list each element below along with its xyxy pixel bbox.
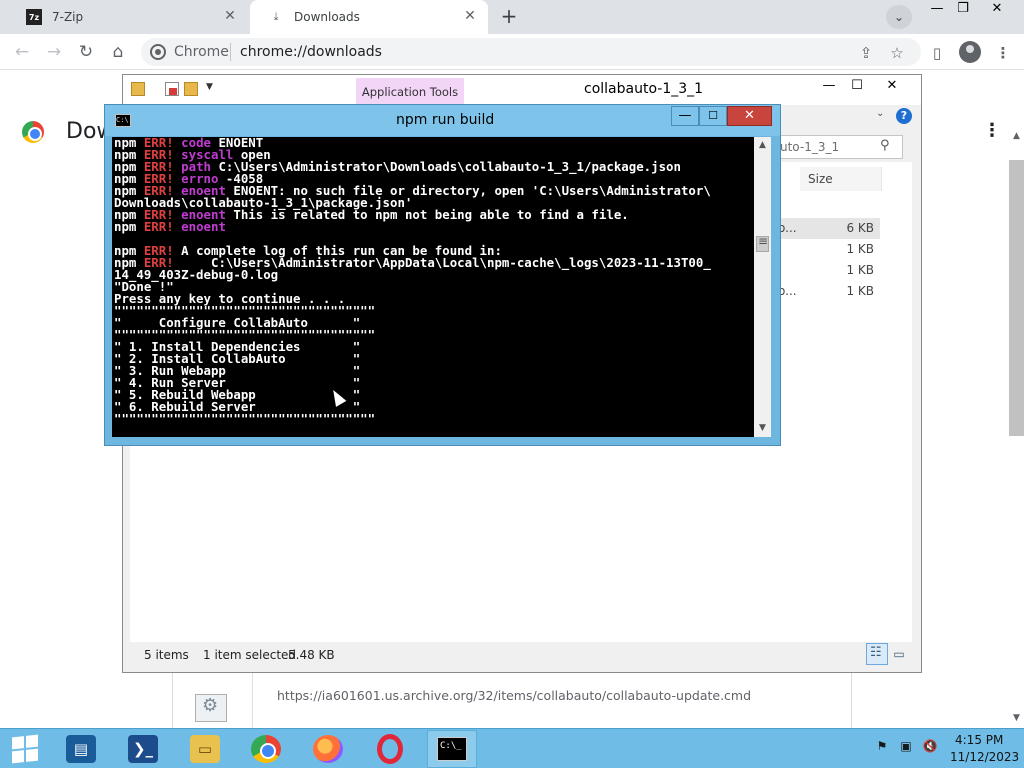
tab-label: Downloads (294, 10, 360, 24)
cmd-minimize-button[interactable]: — (671, 106, 699, 126)
taskbar-firefox[interactable] (303, 730, 353, 768)
chrome-menu-icon[interactable]: ⋮ (992, 42, 1014, 64)
ribbon-collapse-chevron-icon[interactable]: ⌄ (876, 108, 884, 119)
properties-icon[interactable] (165, 82, 179, 96)
site-label: Chrome (174, 44, 229, 60)
cmd-maximize-button[interactable]: ☐ (699, 106, 727, 126)
bookmark-star-icon[interactable]: ☆ (886, 42, 908, 64)
cmd-scrollbar-thumb[interactable] (756, 234, 769, 252)
back-button[interactable]: ← (10, 41, 34, 63)
explorer-title: collabauto-1_3_1 (584, 81, 704, 97)
status-selected-size: 5.48 KB (288, 648, 335, 662)
console-keyword: enoent (173, 219, 226, 234)
file-size: 1 KB (846, 242, 874, 256)
clock-date[interactable]: 11/12/2023 (950, 750, 1019, 764)
home-button[interactable]: ⌂ (106, 41, 130, 63)
scroll-down-arrow[interactable]: ▼ (1009, 708, 1024, 728)
scroll-up-arrow[interactable]: ▲ (754, 137, 771, 154)
flag-icon[interactable]: ⚑ (874, 738, 890, 754)
page-menu-icon[interactable]: ⋮ (983, 120, 1001, 142)
console-error-tag: ERR! (143, 219, 174, 234)
side-panel-icon[interactable]: ▯ (926, 42, 948, 64)
console-text: This is related to npm not being able to… (225, 207, 629, 222)
large-icons-view-icon[interactable]: ▭ (890, 645, 908, 663)
console-output[interactable]: npm ERR! code ENOENT npm ERR! syscall ope… (114, 137, 754, 437)
cmd-icon: C:\_ (437, 737, 467, 761)
chrome-logo-icon (22, 121, 44, 143)
status-item-count: 5 items (144, 648, 189, 662)
status-selection: 1 item selected (203, 648, 297, 662)
network-icon[interactable]: ▣ (898, 738, 914, 754)
page-scrollbar-thumb[interactable] (1009, 160, 1024, 436)
close-button[interactable]: ✕ (980, 0, 1014, 20)
powershell-icon: ❯_ (128, 735, 158, 763)
download-url[interactable]: https://ia601601.us.archive.org/32/items… (277, 688, 751, 703)
taskbar-server-manager[interactable]: ▤ (56, 730, 106, 768)
taskbar-opera[interactable] (365, 730, 415, 768)
new-folder-icon[interactable] (184, 82, 198, 96)
console-line: 14_49_403Z-debug-0.log (114, 268, 754, 281)
console-line: npm ERR! enoent (114, 219, 754, 234)
taskbar-chrome[interactable] (241, 730, 291, 768)
search-icon[interactable]: ⚲ (880, 138, 890, 153)
folder-icon[interactable] (131, 82, 145, 96)
forward-button[interactable]: → (42, 41, 66, 63)
search-text: uto-1_3_1 (780, 140, 840, 154)
clock-time[interactable]: 4:15 PM (955, 733, 1003, 747)
taskbar-file-explorer[interactable]: ▭ (180, 730, 230, 768)
tab-label: 7-Zip (52, 10, 84, 24)
volume-muted-icon[interactable]: 🔇 (922, 738, 938, 754)
explorer-maximize-button[interactable]: ☐ (842, 77, 872, 97)
reload-button[interactable]: ↻ (74, 41, 98, 63)
windows-logo-icon (12, 734, 38, 764)
console-text: """"""""""""""""""""""""""""""""""" (114, 411, 376, 426)
restore-button[interactable]: ❐ (946, 0, 980, 20)
explorer-minimize-button[interactable]: — (814, 77, 844, 97)
tab-downloads[interactable]: ⤓ Downloads ✕ (250, 0, 488, 34)
help-icon[interactable]: ? (896, 108, 912, 124)
taskbar-command-prompt[interactable]: C:\_ (427, 730, 477, 768)
scroll-up-arrow[interactable]: ▲ (1009, 126, 1024, 146)
explorer-close-button[interactable]: ✕ (877, 77, 907, 97)
file-size: 6 KB (846, 221, 874, 235)
console-text: npm (114, 219, 144, 234)
cmd-window-icon: C:\ (115, 114, 131, 127)
file-size: 1 KB (846, 263, 874, 277)
chrome-site-icon[interactable] (150, 44, 166, 60)
console-line: """"""""""""""""""""""""""""""""""" (114, 411, 754, 426)
quick-access-dropdown-icon[interactable]: ▼ (206, 82, 213, 92)
new-tab-button[interactable]: + (496, 5, 522, 29)
share-icon[interactable]: ⇪ (855, 42, 877, 64)
url-text[interactable]: chrome://downloads (240, 44, 382, 60)
cmd-scrollbar[interactable] (754, 137, 771, 437)
tab-7zip[interactable]: 7z 7-Zip ✕ (8, 0, 248, 34)
opera-icon (377, 734, 403, 764)
7zip-icon: 7z (26, 9, 42, 25)
scroll-down-arrow[interactable]: ▼ (754, 420, 771, 437)
column-header-size[interactable]: Size (800, 167, 882, 191)
console-text: C:\Users\Administrator\Downloads\collaba… (211, 159, 681, 174)
application-tools-tab[interactable]: Application Tools (356, 78, 464, 104)
cmd-close-button[interactable]: ✕ (727, 106, 772, 126)
close-tab-icon[interactable]: ✕ (222, 8, 238, 24)
omnibox-divider (230, 43, 231, 61)
file-icon (195, 694, 227, 722)
tab-search-button[interactable]: ⌄ (886, 5, 912, 29)
card-divider (252, 672, 253, 728)
taskbar-powershell[interactable]: ❯_ (118, 730, 168, 768)
details-view-icon[interactable] (866, 643, 888, 665)
file-size: 1 KB (846, 284, 874, 298)
server-manager-icon: ▤ (66, 735, 96, 763)
profile-avatar-icon[interactable] (959, 41, 981, 63)
start-button[interactable] (0, 730, 50, 768)
folder-icon: ▭ (190, 735, 220, 763)
firefox-icon (313, 735, 343, 763)
download-icon: ⤓ (273, 10, 279, 23)
chrome-icon (251, 735, 281, 763)
close-tab-icon[interactable]: ✕ (462, 8, 478, 24)
cmd-title: npm run build (396, 112, 495, 128)
explorer-titlebar (123, 75, 921, 105)
